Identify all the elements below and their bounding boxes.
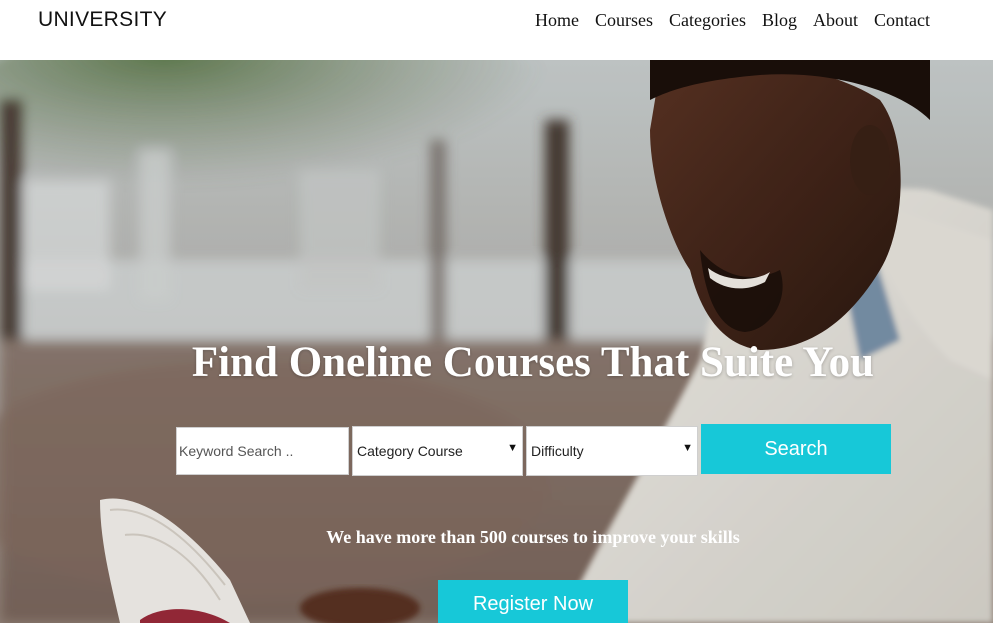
search-button[interactable]: Search [701, 424, 891, 474]
nav-link-blog[interactable]: Blog [762, 10, 797, 31]
nav-link-home[interactable]: Home [535, 10, 579, 31]
hero-title: Find Oneline Courses That Suite You [191, 339, 875, 386]
nav-link-categories[interactable]: Categories [669, 10, 746, 31]
nav-link-about[interactable]: About [813, 10, 858, 31]
category-select-value: Category Course [357, 443, 463, 459]
keyword-search-input[interactable] [176, 427, 349, 475]
category-course-select[interactable]: Category Course ▼ [352, 426, 523, 476]
difficulty-select-value: Difficulty [531, 443, 584, 459]
difficulty-select[interactable]: Difficulty ▼ [526, 426, 698, 476]
hero-subtitle: We have more than 500 courses to improve… [326, 527, 740, 547]
top-navbar: UNIVERSITY Home Courses Categories Blog … [0, 0, 993, 60]
hero-section: Find Oneline Courses That Suite You Cate… [0, 60, 993, 623]
brand-logo-text[interactable]: UNIVERSITY [38, 8, 167, 32]
chevron-down-icon: ▼ [682, 442, 693, 454]
course-search-form: Category Course ▼ Difficulty ▼ Search [0, 424, 993, 476]
nav-link-courses[interactable]: Courses [595, 10, 653, 31]
chevron-down-icon: ▼ [507, 442, 518, 454]
register-now-button[interactable]: Register Now [438, 580, 628, 623]
nav-link-contact[interactable]: Contact [874, 10, 930, 31]
main-nav: Home Courses Categories Blog About Conta… [535, 10, 930, 31]
